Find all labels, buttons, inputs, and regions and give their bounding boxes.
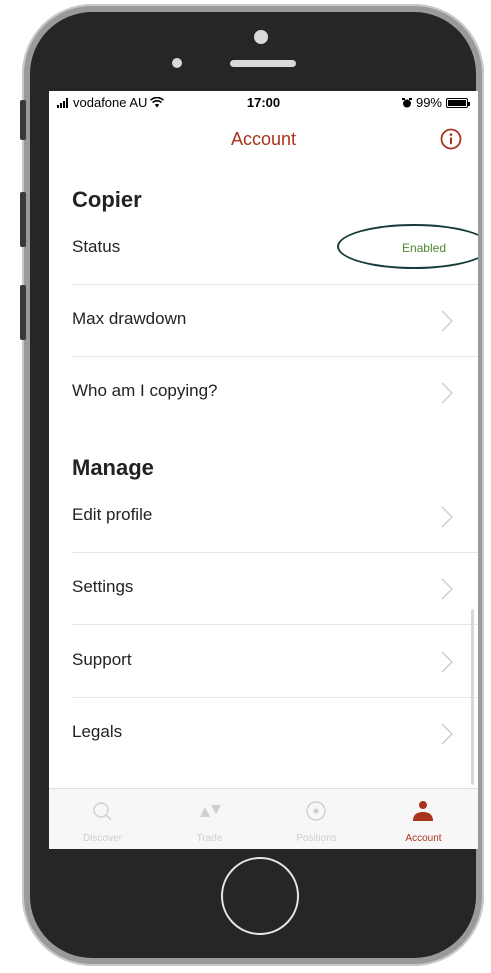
chevron-right-icon <box>441 578 453 600</box>
who-am-i-copying-row[interactable]: Who am I copying? <box>72 357 478 429</box>
support-row[interactable]: Support <box>72 626 478 698</box>
chevron-right-icon <box>441 310 453 332</box>
search-icon <box>93 802 112 821</box>
alarm-icon <box>401 97 412 107</box>
highlight-oval <box>337 224 478 269</box>
tab-positions[interactable]: Positions <box>263 789 370 849</box>
legals-label: Legals <box>72 722 123 741</box>
status-bar: vodafone AU 17:00 99% <box>49 91 478 113</box>
earpiece-speaker <box>230 60 296 67</box>
settings-label: Settings <box>72 577 134 596</box>
tab-trade[interactable]: Trade <box>156 789 263 849</box>
support-label: Support <box>72 650 132 669</box>
battery-fill <box>448 99 466 106</box>
edit-profile-label: Edit profile <box>72 505 153 524</box>
edit-profile-row[interactable]: Edit profile <box>72 481 478 553</box>
tab-account[interactable]: Account <box>370 789 477 849</box>
front-camera <box>254 30 268 44</box>
navigation-bar: Account <box>49 113 478 163</box>
trade-arrows-icon <box>200 805 221 817</box>
battery-icon <box>446 97 470 108</box>
tab-label: Positions <box>296 833 337 844</box>
section-title-copier: Copier <box>72 187 142 212</box>
home-button[interactable] <box>221 857 299 935</box>
tab-label: Account <box>405 833 442 844</box>
page-title: Account <box>230 129 297 149</box>
battery-indicator: 99% <box>401 95 470 110</box>
status-label: Status <box>72 237 121 256</box>
volume-up-button <box>20 192 26 247</box>
section-title-manage: Manage <box>72 455 154 480</box>
tab-label: Trade <box>196 833 223 844</box>
app-screen: vodafone AU 17:00 99% Account Copier Sta… <box>49 91 478 849</box>
tab-bar: Discover Trade Positions Account <box>49 788 478 849</box>
tab-discover[interactable]: Discover <box>49 789 156 849</box>
legals-row[interactable]: Legals <box>72 698 478 770</box>
chevron-right-icon <box>441 723 453 745</box>
who-am-i-copying-label: Who am I copying? <box>72 381 218 400</box>
chevron-right-icon <box>441 651 453 673</box>
person-icon <box>413 801 433 821</box>
mute-switch <box>20 100 26 140</box>
chevron-right-icon <box>441 506 453 528</box>
max-drawdown-label: Max drawdown <box>72 309 187 328</box>
tab-label: Discover <box>83 833 122 844</box>
scrollbar[interactable] <box>471 609 474 785</box>
volume-down-button <box>20 285 26 340</box>
settings-row[interactable]: Settings <box>72 553 478 625</box>
info-circle-icon[interactable] <box>440 128 462 150</box>
chevron-right-icon <box>441 382 453 404</box>
battery-percent: 99% <box>415 95 442 110</box>
proximity-sensor <box>172 58 182 68</box>
target-icon <box>306 801 326 821</box>
max-drawdown-row[interactable]: Max drawdown <box>72 285 478 357</box>
